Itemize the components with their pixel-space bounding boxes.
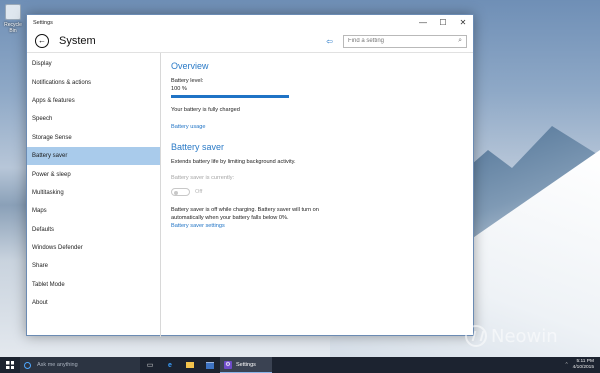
system-tray[interactable]: ⌃ [564, 362, 568, 368]
sidebar-item-battery-saver[interactable]: Battery saver [27, 146, 160, 166]
battery-saver-heading: Battery saver [171, 142, 225, 152]
sidebar-item-windows-defender[interactable]: Windows Defender [27, 239, 160, 257]
file-explorer-button[interactable] [180, 357, 200, 373]
watermark-text: Neowin [491, 325, 558, 347]
sidebar-item-share[interactable]: Share [27, 257, 160, 275]
sidebar-item-maps[interactable]: Maps [27, 202, 160, 220]
taskbar-settings-label: Settings [236, 361, 256, 368]
maximize-button[interactable]: ☐ [433, 15, 453, 30]
taskbar: Ask me anything ▭ e ⚙ Settings ⌃ 5:11 PM… [0, 357, 600, 373]
taskbar-clock[interactable]: 5:11 PM 4/10/2015 [573, 359, 594, 371]
battery-saver-toggle-row: Off [171, 188, 463, 196]
cortana-placeholder: Ask me anything [37, 362, 78, 368]
search-box[interactable]: ⌕ [343, 34, 467, 48]
recycle-bin-icon [5, 4, 21, 20]
close-button[interactable]: ✕ [453, 15, 473, 30]
clock-date: 4/10/2015 [572, 365, 594, 370]
back-button[interactable]: ← [35, 34, 49, 48]
sidebar: Display Notifications & actions Apps & f… [27, 53, 161, 337]
battery-level-label: Battery level: [171, 78, 204, 84]
taskbar-settings-app[interactable]: ⚙ Settings [220, 357, 272, 373]
neowin-logo-icon [465, 325, 487, 347]
settings-content: Display Notifications & actions Apps & f… [27, 52, 473, 337]
minimize-button[interactable]: — [413, 15, 433, 30]
cortana-icon [24, 361, 31, 369]
sidebar-item-about[interactable]: About [27, 294, 160, 312]
overview-heading: Overview [171, 61, 209, 71]
folder-icon [186, 362, 194, 368]
sidebar-item-tablet-mode[interactable]: Tablet Mode [27, 276, 160, 294]
sidebar-item-defaults[interactable]: Defaults [27, 221, 160, 239]
gear-icon: ⚙ [224, 360, 232, 369]
sidebar-item-multitasking[interactable]: Multitasking [27, 184, 160, 202]
neowin-watermark: Neowin [465, 325, 558, 347]
back-arrow-icon: ← [38, 36, 46, 45]
main-panel: Overview Battery level: 100 % Your batte… [161, 53, 473, 337]
battery-saver-note: Battery saver is off while charging. Bat… [171, 207, 319, 221]
windows-logo-icon [6, 361, 14, 369]
cortana-search-box[interactable]: Ask me anything [20, 357, 140, 373]
edge-browser-button[interactable]: e [160, 357, 180, 373]
settings-header: ← System ⇦ ⌕ [27, 30, 473, 52]
edge-icon: e [168, 361, 172, 369]
search-icon[interactable]: ⌕ [458, 37, 462, 45]
sidebar-item-apps-features[interactable]: Apps & features [27, 92, 160, 110]
task-view-icon: ▭ [146, 362, 154, 369]
desktop-icon-label: Recycle Bin [4, 22, 22, 34]
battery-level-value: 100 % [171, 86, 187, 92]
battery-status: Your battery is fully charged [171, 107, 240, 113]
window-titlebar[interactable]: Settings — ☐ ✕ [27, 15, 473, 30]
sidebar-item-speech[interactable]: Speech [27, 110, 160, 128]
battery-level-bar [171, 95, 289, 98]
sidebar-item-power-sleep[interactable]: Power & sleep [27, 165, 160, 183]
battery-level-fill [171, 95, 289, 98]
search-input[interactable] [348, 38, 459, 44]
battery-saver-toggle[interactable] [171, 188, 190, 196]
start-button[interactable] [0, 357, 20, 373]
battery-saver-settings-link[interactable]: Battery saver settings [171, 223, 463, 229]
battery-saver-currently-label: Battery saver is currently: [171, 175, 235, 181]
store-button[interactable] [200, 357, 220, 373]
toggle-knob [174, 190, 178, 195]
battery-usage-link[interactable]: Battery usage [171, 124, 463, 130]
page-title: System [59, 35, 96, 47]
toggle-state-label: Off [195, 189, 203, 195]
settings-window: Settings — ☐ ✕ ← System ⇦ ⌕ Display Noti… [26, 14, 474, 337]
battery-saver-description: Extends battery life by limiting backgro… [171, 159, 296, 165]
sidebar-item-display[interactable]: Display [27, 55, 160, 73]
chevron-up-icon[interactable]: ⌃ [564, 362, 568, 368]
sidebar-item-notifications[interactable]: Notifications & actions [27, 73, 160, 91]
window-title: Settings [33, 19, 53, 26]
task-view-button[interactable]: ▭ [140, 357, 160, 373]
sidebar-item-storage-sense[interactable]: Storage Sense [27, 129, 160, 147]
pin-icon[interactable]: ⇦ [326, 37, 333, 46]
recycle-bin-desktop-icon[interactable]: Recycle Bin [2, 2, 24, 34]
store-icon [206, 361, 214, 369]
